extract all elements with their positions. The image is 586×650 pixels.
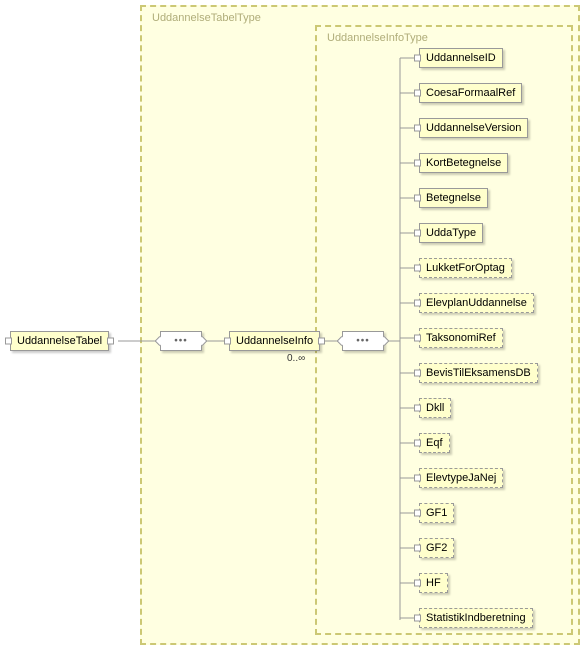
element-elevplanuddannelse: ElevplanUddannelse xyxy=(419,293,534,313)
node-label: ElevtypeJaNej xyxy=(426,472,496,484)
element-betegnelse: Betegnelse xyxy=(419,188,488,208)
element-uddannelseversion: UddannelseVersion xyxy=(419,118,528,138)
type-box-outer-label: UddannelseTabelType xyxy=(152,12,261,24)
node-label: Eqf xyxy=(426,437,443,449)
element-lukketforoptag: LukketForOptag xyxy=(419,258,512,278)
node-label: UddannelseInfo xyxy=(236,335,313,347)
element-uddatype: UddaType xyxy=(419,223,483,243)
sequence-icon: ••• xyxy=(174,336,188,347)
element-hf: HF xyxy=(419,573,448,593)
cardinality-label: 0..∞ xyxy=(287,353,305,364)
element-statistikindberetning: StatistikIndberetning xyxy=(419,608,533,628)
type-box-inner-label: UddannelseInfoType xyxy=(327,32,428,44)
element-uddannelseid: UddannelseID xyxy=(419,48,503,68)
element-bevistileksamensdb: BevisTilEksamensDB xyxy=(419,363,538,383)
element-eqf: Eqf xyxy=(419,433,450,453)
node-label: UddannelseVersion xyxy=(426,122,521,134)
node-label: Dkll xyxy=(426,402,444,414)
node-label: GF1 xyxy=(426,507,447,519)
element-elevtypejanej: ElevtypeJaNej xyxy=(419,468,503,488)
element-dkll: Dkll xyxy=(419,398,451,418)
node-label: Betegnelse xyxy=(426,192,481,204)
element-taksonomiref: TaksonomiRef xyxy=(419,328,503,348)
node-label: UddaType xyxy=(426,227,476,239)
node-label: UddannelseTabel xyxy=(17,335,102,347)
node-label: CoesaFormaalRef xyxy=(426,87,515,99)
node-label: ElevplanUddannelse xyxy=(426,297,527,309)
element-coesaformaalref: CoesaFormaalRef xyxy=(419,83,522,103)
node-label: TaksonomiRef xyxy=(426,332,496,344)
element-kortbetegnelse: KortBetegnelse xyxy=(419,153,508,173)
sequence-connector-1: ••• xyxy=(160,331,202,351)
node-label: UddannelseID xyxy=(426,52,496,64)
node-label: HF xyxy=(426,577,441,589)
sequence-connector-2: ••• xyxy=(342,331,384,351)
node-label: KortBetegnelse xyxy=(426,157,501,169)
node-label: StatistikIndberetning xyxy=(426,612,526,624)
element-uddannelseinfo: UddannelseInfo xyxy=(229,331,320,351)
node-label: LukketForOptag xyxy=(426,262,505,274)
sequence-icon: ••• xyxy=(356,336,370,347)
element-gf2: GF2 xyxy=(419,538,454,558)
element-uddannelsetabel: UddannelseTabel xyxy=(10,331,109,351)
node-label: GF2 xyxy=(426,542,447,554)
element-gf1: GF1 xyxy=(419,503,454,523)
node-label: BevisTilEksamensDB xyxy=(426,367,531,379)
